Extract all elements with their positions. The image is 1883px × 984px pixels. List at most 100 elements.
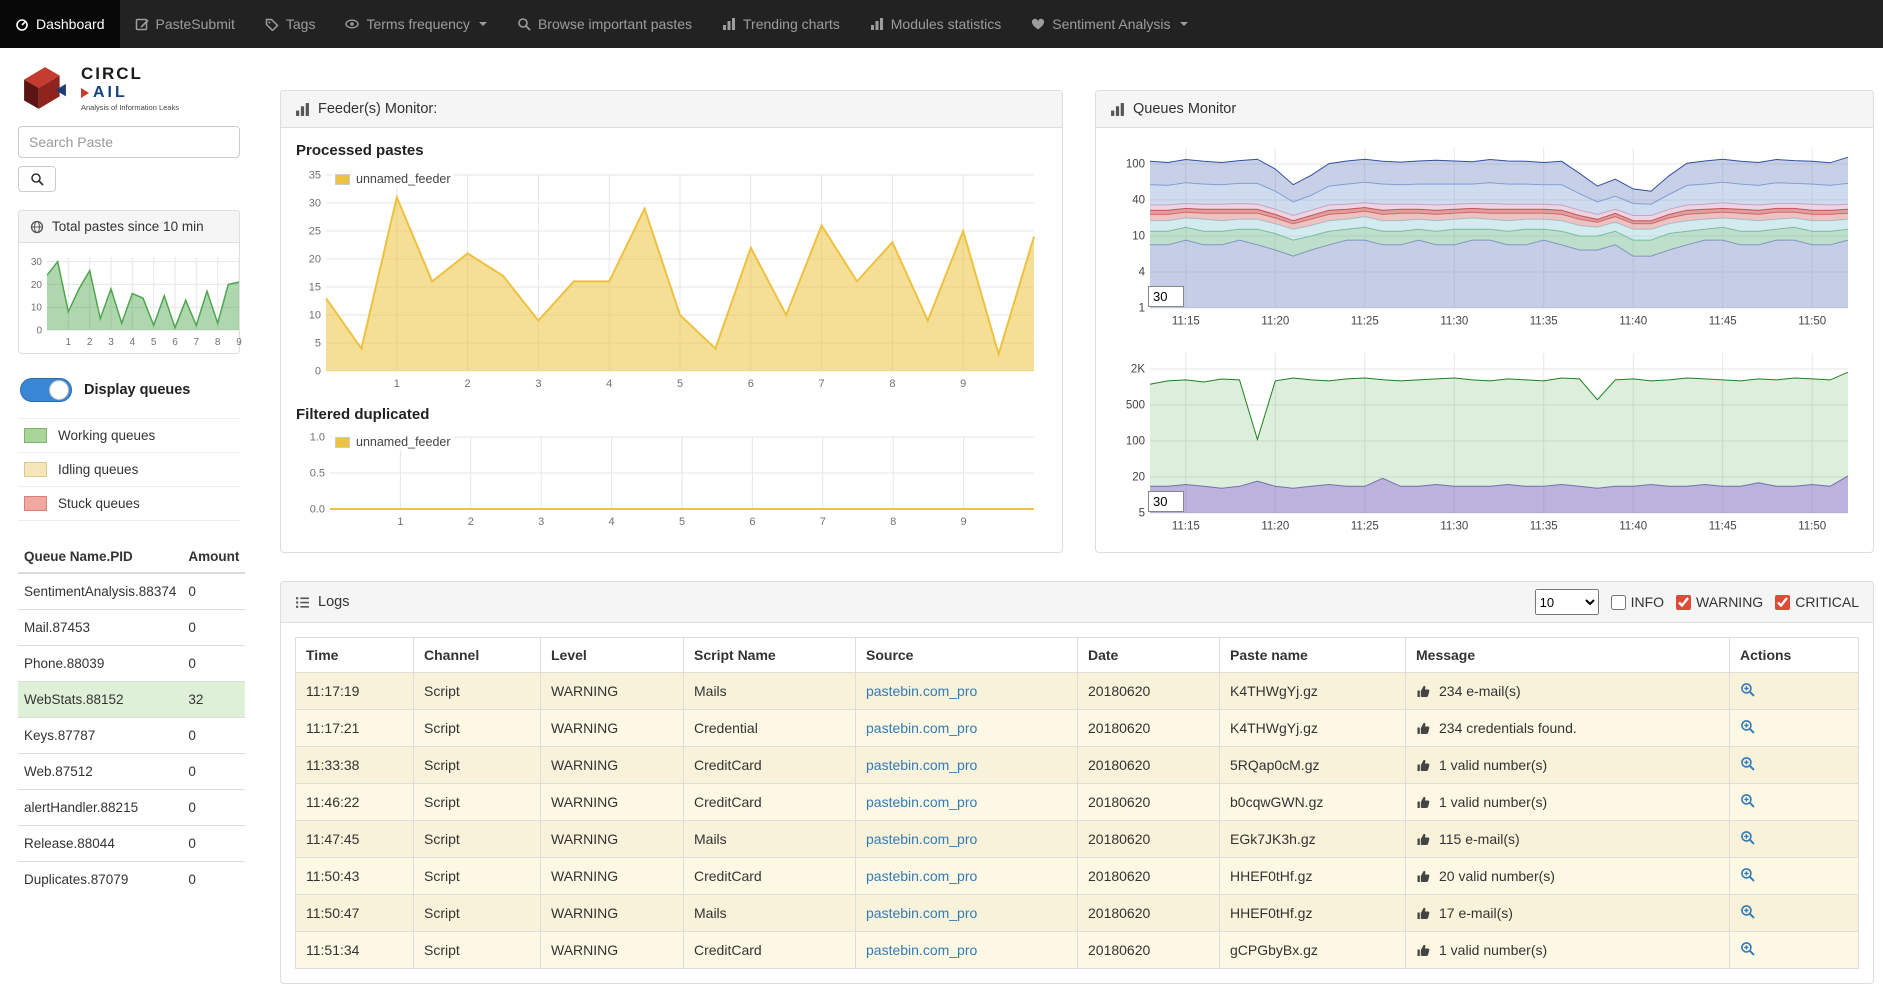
nav-item-sentiment-analysis[interactable]: Sentiment Analysis bbox=[1016, 0, 1202, 48]
view-paste-button[interactable] bbox=[1740, 684, 1755, 700]
view-paste-button[interactable] bbox=[1740, 906, 1755, 922]
paste-submit-icon bbox=[135, 17, 149, 31]
total-pastes-title: Total pastes since 10 min bbox=[52, 219, 204, 234]
page-size-select[interactable]: 10 bbox=[1535, 589, 1599, 615]
svg-text:100: 100 bbox=[1126, 159, 1145, 171]
total-pastes-chart: 0102030123456789 bbox=[21, 251, 237, 349]
legend-color-swatch bbox=[24, 462, 47, 477]
log-filter[interactable]: WARNING bbox=[1676, 594, 1763, 610]
svg-text:20: 20 bbox=[31, 280, 43, 291]
view-paste-button[interactable] bbox=[1740, 795, 1755, 811]
queue-name: Keys.87787 bbox=[18, 718, 182, 754]
log-filter-checkbox[interactable] bbox=[1676, 595, 1691, 610]
source-link[interactable]: pastebin.com_pro bbox=[866, 942, 977, 958]
log-source: pastebin.com_pro bbox=[856, 784, 1078, 821]
log-row: 11:17:21 Script WARNING Credential paste… bbox=[296, 710, 1859, 747]
queue-row[interactable]: Web.87512 0 bbox=[18, 754, 245, 790]
eye-icon bbox=[345, 17, 359, 31]
view-paste-button[interactable] bbox=[1740, 721, 1755, 737]
view-paste-button[interactable] bbox=[1740, 943, 1755, 959]
log-filter[interactable]: INFO bbox=[1611, 594, 1664, 610]
search-button[interactable] bbox=[18, 166, 56, 192]
queue-amount: 0 bbox=[182, 573, 245, 610]
source-link[interactable]: pastebin.com_pro bbox=[866, 905, 977, 921]
queue-row[interactable]: Duplicates.87079 0 bbox=[18, 862, 245, 898]
nav-item-trending-charts[interactable]: Trending charts bbox=[707, 0, 855, 48]
svg-text:40: 40 bbox=[1132, 195, 1145, 207]
queue-name: SentimentAnalysis.88374 bbox=[18, 573, 182, 610]
svg-text:1: 1 bbox=[394, 378, 400, 390]
log-actions bbox=[1730, 673, 1859, 710]
view-paste-button[interactable] bbox=[1740, 832, 1755, 848]
main-content: Feeder(s) Monitor: Processed pastes 0510… bbox=[250, 48, 1883, 984]
queues-monitor-title: Queues Monitor bbox=[1133, 101, 1236, 117]
toggle-knob bbox=[49, 380, 69, 400]
logs-column-header: Script Name bbox=[684, 638, 856, 673]
svg-text:2K: 2K bbox=[1131, 364, 1145, 376]
queue-amount: 0 bbox=[182, 718, 245, 754]
svg-text:7: 7 bbox=[819, 378, 825, 390]
svg-text:20: 20 bbox=[309, 254, 321, 266]
view-paste-button[interactable] bbox=[1740, 758, 1755, 774]
source-link[interactable]: pastebin.com_pro bbox=[866, 868, 977, 884]
source-link[interactable]: pastebin.com_pro bbox=[866, 683, 977, 699]
queues-in-out-chart: 14104010011:1511:2011:2511:3011:3511:401… bbox=[1110, 140, 1859, 335]
log-filter-checkbox[interactable] bbox=[1775, 595, 1790, 610]
legend-item: Idling queues bbox=[18, 452, 240, 486]
search-icon bbox=[517, 17, 531, 31]
legend-color-swatch bbox=[24, 428, 47, 443]
roll-period-input[interactable] bbox=[1148, 491, 1184, 512]
view-paste-button[interactable] bbox=[1740, 869, 1755, 885]
svg-text:10: 10 bbox=[309, 310, 321, 322]
svg-text:5: 5 bbox=[315, 338, 321, 350]
source-link[interactable]: pastebin.com_pro bbox=[866, 794, 977, 810]
svg-text:11:20: 11:20 bbox=[1261, 521, 1289, 533]
log-filter[interactable]: CRITICAL bbox=[1775, 594, 1859, 610]
log-source: pastebin.com_pro bbox=[856, 932, 1078, 969]
source-link[interactable]: pastebin.com_pro bbox=[866, 831, 977, 847]
nav-item-pastesubmit[interactable]: PasteSubmit bbox=[120, 0, 250, 48]
queue-row[interactable]: Phone.88039 0 bbox=[18, 646, 245, 682]
thumbs-up-icon bbox=[1416, 906, 1431, 921]
log-filter-checkbox[interactable] bbox=[1611, 595, 1626, 610]
queue-name: alertHandler.88215 bbox=[18, 790, 182, 826]
log-source: pastebin.com_pro bbox=[856, 747, 1078, 784]
search-icon bbox=[30, 172, 44, 186]
display-queues-toggle[interactable] bbox=[20, 378, 72, 402]
log-message: 20 valid number(s) bbox=[1406, 858, 1730, 895]
queue-row[interactable]: alertHandler.88215 0 bbox=[18, 790, 245, 826]
svg-text:5: 5 bbox=[1139, 508, 1145, 520]
svg-text:11:30: 11:30 bbox=[1440, 316, 1468, 328]
queue-amount: 0 bbox=[182, 610, 245, 646]
search-plus-icon bbox=[1740, 904, 1755, 919]
nav-item-terms-frequency[interactable]: Terms frequency bbox=[330, 0, 501, 48]
legend-color-swatch bbox=[24, 496, 47, 511]
nav-item-browse-important-pastes[interactable]: Browse important pastes bbox=[502, 0, 707, 48]
source-link[interactable]: pastebin.com_pro bbox=[866, 757, 977, 773]
log-script-name: Mails bbox=[684, 895, 856, 932]
log-message-text: 234 e-mail(s) bbox=[1439, 683, 1521, 699]
nav-label: Trending charts bbox=[743, 16, 840, 32]
source-link[interactable]: pastebin.com_pro bbox=[866, 720, 977, 736]
log-date: 20180620 bbox=[1078, 858, 1220, 895]
queue-row[interactable]: SentimentAnalysis.88374 0 bbox=[18, 573, 245, 610]
queue-row[interactable]: WebStats.88152 32 bbox=[18, 682, 245, 718]
log-channel: Script bbox=[414, 747, 541, 784]
nav-item-dashboard[interactable]: Dashboard bbox=[0, 0, 120, 48]
queue-row[interactable]: Release.88044 0 bbox=[18, 826, 245, 862]
queue-row[interactable]: Mail.87453 0 bbox=[18, 610, 245, 646]
logs-column-header: Source bbox=[856, 638, 1078, 673]
queues-monitor-panel: Queues Monitor 14104010011:1511:2011:251… bbox=[1095, 90, 1874, 553]
svg-text:1: 1 bbox=[66, 337, 72, 346]
svg-text:10: 10 bbox=[31, 303, 43, 314]
svg-text:11:35: 11:35 bbox=[1530, 521, 1558, 533]
log-level: WARNING bbox=[541, 932, 684, 969]
search-paste-input[interactable] bbox=[18, 126, 240, 158]
nav-item-tags[interactable]: Tags bbox=[250, 0, 331, 48]
queue-row[interactable]: Keys.87787 0 bbox=[18, 718, 245, 754]
log-paste-name: HHEF0tHf.gz bbox=[1220, 858, 1406, 895]
roll-period-input[interactable] bbox=[1148, 286, 1184, 307]
nav-label: Modules statistics bbox=[891, 16, 1001, 32]
nav-item-modules-statistics[interactable]: Modules statistics bbox=[855, 0, 1016, 48]
log-channel: Script bbox=[414, 673, 541, 710]
